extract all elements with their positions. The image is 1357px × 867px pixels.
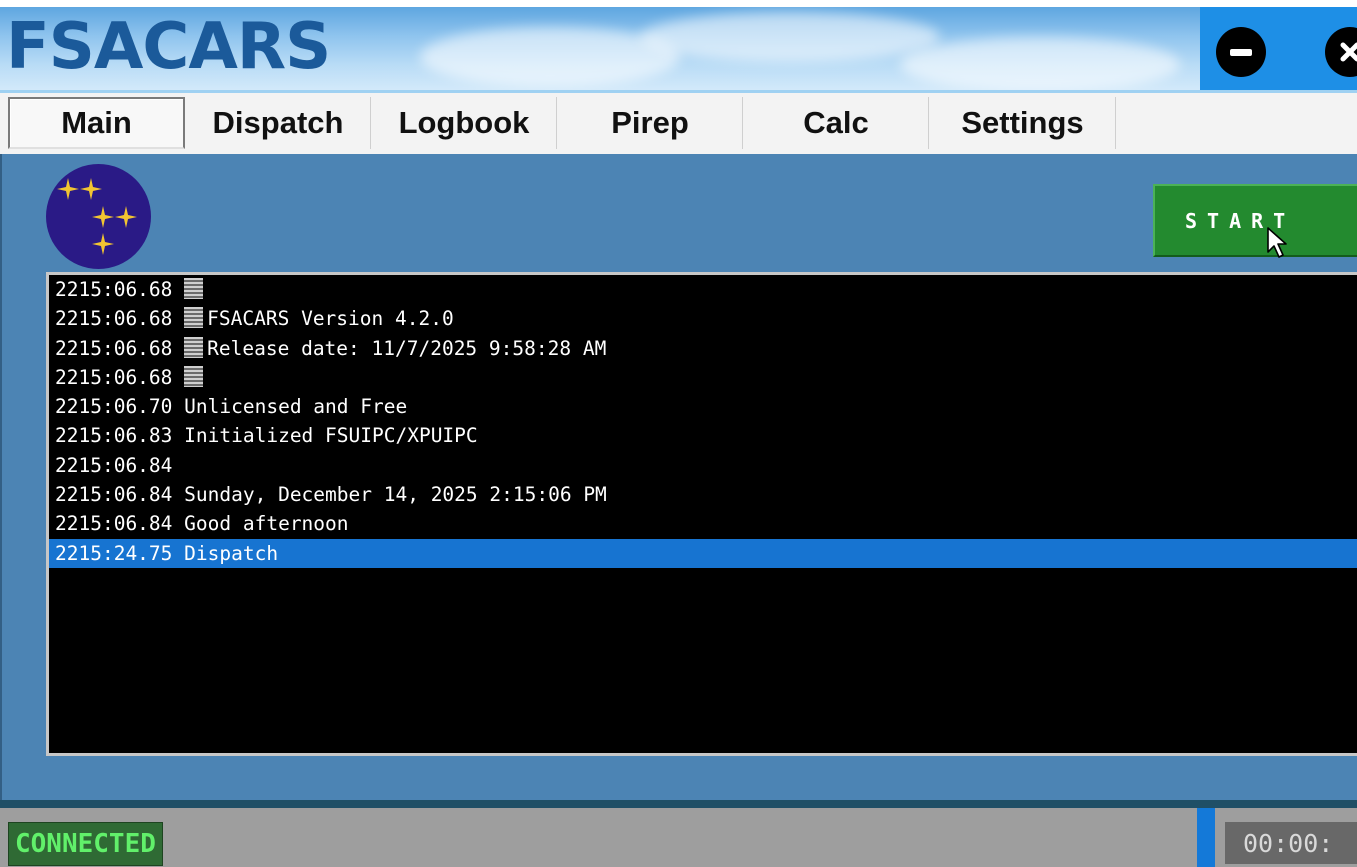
header-controls-area (1200, 7, 1357, 90)
log-time: 2215:06.68 (55, 336, 173, 360)
block-glyph-icon (184, 307, 204, 329)
close-icon[interactable] (1325, 27, 1357, 77)
cloud-decoration (640, 12, 940, 62)
log-time: 2215:06.68 (55, 307, 173, 331)
top-strip (0, 0, 1357, 7)
log-console[interactable]: 2215:06.68 2215:06.68 FSACARS Version 4.… (46, 272, 1357, 756)
tab-settings[interactable]: Settings (930, 97, 1116, 149)
log-time: 2215:06.84 (55, 512, 173, 536)
tab-calc[interactable]: Calc (744, 97, 929, 149)
minimize-icon[interactable] (1216, 27, 1266, 77)
log-line: 2215:06.68 Release date: 11/7/2025 9:58:… (49, 334, 1357, 363)
log-text: Dispatch (184, 541, 279, 565)
status-indicator (1197, 808, 1215, 867)
log-line: 2215:06.68 (49, 275, 1357, 304)
tab-bar: Main Dispatch Logbook Pirep Calc Setting… (0, 90, 1357, 154)
log-time: 2215:06.68 (55, 278, 173, 301)
log-text: Unlicensed and Free (184, 395, 408, 419)
stars-logo-icon (46, 164, 151, 269)
status-bar: CONNECTED 00:00: (0, 808, 1357, 867)
block-glyph-icon (184, 365, 204, 387)
connection-status: CONNECTED (8, 822, 163, 866)
log-text: Initialized FSUIPC/XPUIPC (184, 424, 478, 448)
log-line: 2215:06.70 Unlicensed and Free (49, 392, 1357, 421)
flight-timer: 00:00: (1225, 822, 1357, 864)
tab-main[interactable]: Main (8, 97, 185, 149)
log-line: 2215:06.68 FSACARS Version 4.2.0 (49, 304, 1357, 333)
log-time: 2215:06.84 (55, 453, 173, 477)
log-line: 2215:06.68 (49, 363, 1357, 392)
log-time: 2215:24.75 (55, 541, 173, 565)
log-line: 2215:06.83 Initialized FSUIPC/XPUIPC (49, 421, 1357, 450)
block-glyph-icon (184, 278, 204, 299)
main-panel: START 2215:06.68 2215:06.68 FSACARS Vers… (0, 154, 1357, 800)
log-time: 2215:06.70 (55, 395, 173, 419)
log-time: 2215:06.84 (55, 483, 173, 507)
block-glyph-icon (184, 336, 204, 358)
log-line: 2215:06.84 Good afternoon (49, 509, 1357, 538)
log-text: FSACARS Version 4.2.0 (207, 307, 454, 331)
mouse-cursor-icon (1267, 227, 1287, 258)
app-title: FSACARS (6, 10, 331, 84)
start-button[interactable]: START (1153, 184, 1357, 257)
log-line: 2215:06.84 (49, 451, 1357, 480)
log-text: Good afternoon (184, 512, 349, 536)
log-time: 2215:06.83 (55, 424, 173, 448)
tab-pirep[interactable]: Pirep (558, 97, 743, 149)
log-line: 2215:06.84 Sunday, December 14, 2025 2:1… (49, 480, 1357, 509)
status-separator (0, 800, 1357, 808)
cloud-decoration (900, 37, 1180, 90)
tab-dispatch[interactable]: Dispatch (186, 97, 371, 149)
log-text: Release date: 11/7/2025 9:58:28 AM (207, 336, 607, 360)
tab-logbook[interactable]: Logbook (372, 97, 557, 149)
app-header: FSACARS (0, 7, 1357, 90)
log-line-selected[interactable]: 2215:24.75 Dispatch (49, 538, 1357, 568)
log-text: Sunday, December 14, 2025 2:15:06 PM (184, 483, 607, 507)
log-time: 2215:06.68 (55, 365, 173, 389)
